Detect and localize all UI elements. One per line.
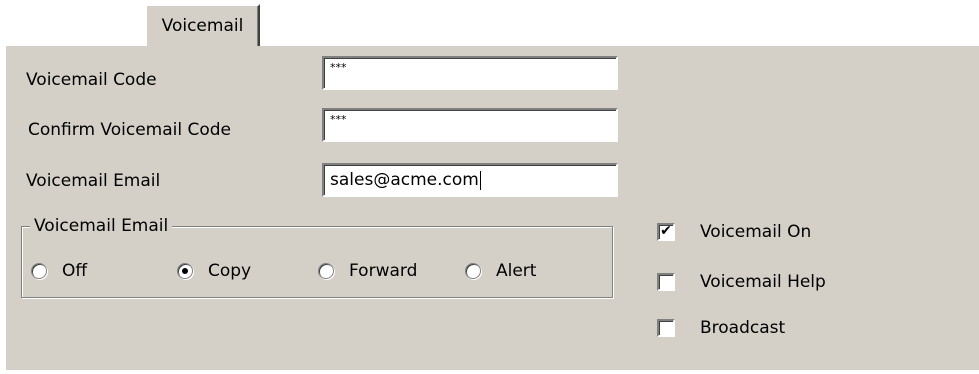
confirm-voicemail-code-label: Confirm Voicemail Code [28,120,231,140]
voicemail-code-input[interactable]: *** [322,56,618,90]
voicemail-on-label: Voicemail On [700,222,812,242]
voicemail-on-checkmark-icon: ✔ [657,223,675,241]
radio-forward[interactable]: Forward [318,261,417,281]
radio-copy-label: Copy [208,261,252,281]
voicemail-code-value: *** [330,61,347,74]
radio-copy-indicator [177,263,193,279]
confirm-voicemail-code-input[interactable]: *** [322,108,618,142]
broadcast-checkbox[interactable]: Broadcast [657,318,785,338]
text-cursor [479,170,481,190]
broadcast-label: Broadcast [700,318,786,338]
radio-copy[interactable]: Copy [177,261,251,281]
radio-off[interactable]: Off [31,261,87,281]
confirm-voicemail-code-value: *** [330,113,347,126]
radio-off-indicator [31,263,47,279]
voicemail-email-input[interactable]: sales@acme.com [322,163,618,197]
radio-off-label: Off [62,261,88,281]
voicemail-help-box [657,273,675,291]
voicemail-help-checkbox[interactable]: Voicemail Help [657,272,826,292]
radio-alert-label: Alert [496,261,537,281]
voicemail-panel: Voicemail Code *** Confirm Voicemail Cod… [4,44,979,370]
radio-forward-indicator [318,263,334,279]
voicemail-email-value: sales@acme.com [330,170,479,190]
radio-forward-label: Forward [349,261,418,281]
voicemail-help-label: Voicemail Help [700,272,826,292]
voicemail-code-label: Voicemail Code [26,70,157,90]
tab-voicemail-label: Voicemail [161,16,244,36]
tab-voicemail[interactable]: Voicemail [145,4,260,46]
voicemail-on-checkbox[interactable]: ✔ Voicemail On [657,222,811,242]
voicemail-email-mode-group: Voicemail Email Off Copy Forward Alert [21,216,613,298]
voicemail-email-label: Voicemail Email [26,171,161,191]
broadcast-box [657,319,675,337]
voicemail-email-mode-title: Voicemail Email [30,216,173,236]
radio-alert[interactable]: Alert [465,261,536,281]
radio-alert-indicator [465,263,481,279]
